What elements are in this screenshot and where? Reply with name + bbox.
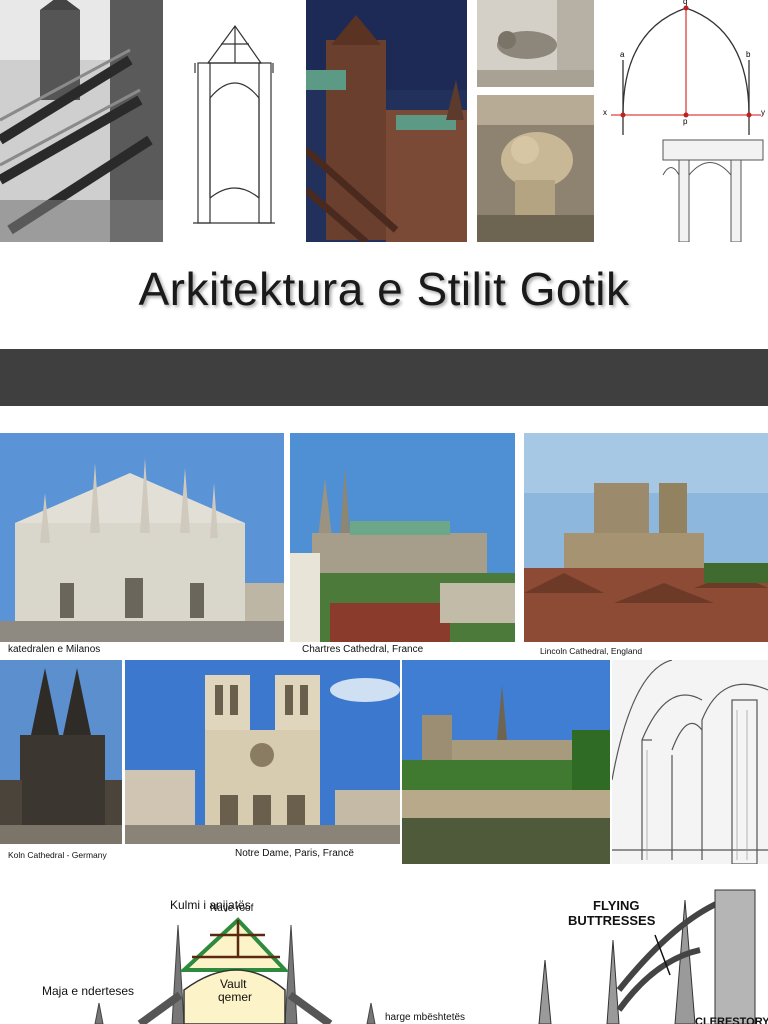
flying-buttresses-title-line2: BUTTRESSES — [568, 913, 656, 928]
cross-section-drawing — [183, 8, 283, 238]
photo-notre-dame-front — [125, 660, 400, 844]
caption-notre-dame: Notre Dame, Paris, Francë — [235, 848, 354, 859]
arch-label-p: p — [683, 117, 688, 126]
caption-chartres: Chartres Cathedral, France — [302, 644, 424, 655]
caption-koln: Koln Cathedral - Germany — [8, 850, 107, 860]
pointed-arch-diagram: q a b x y p — [601, 0, 768, 242]
photo-notre-dame-river — [402, 660, 610, 864]
flying-buttress-diagram: FLYING BUTTRESSES CLERESTORY — [525, 880, 768, 1024]
label-qemer: qemer — [218, 990, 253, 1004]
caption-lincoln: Lincoln Cathedral, England — [540, 646, 643, 656]
photo-gothic-interior-sketch — [612, 660, 768, 864]
photo-gargoyle-1 — [477, 0, 594, 87]
label-maja-nderteses: Maja e nderteses — [42, 984, 135, 998]
label-vault: Vault — [220, 977, 247, 991]
photo-milan-cathedral — [0, 433, 284, 642]
arch-label-y: y — [761, 108, 765, 117]
page-title: Arkitektura e Stilit Gotik — [138, 263, 630, 315]
arch-label-b: b — [746, 50, 751, 59]
photo-koln-cathedral — [0, 660, 122, 844]
arch-label-a: a — [620, 50, 625, 59]
label-harge-mbeshtetes: harge mbështetës — [385, 1012, 466, 1023]
photo-lincoln-cathedral — [524, 433, 768, 642]
photo-flying-buttresses-bw — [0, 0, 163, 242]
photo-chartres-cathedral — [290, 433, 515, 642]
arch-label-x: x — [603, 108, 607, 117]
caption-milan: katedralen e Milanos — [8, 644, 101, 655]
clerestory-label: CLERESTORY — [695, 1016, 768, 1024]
flying-buttresses-title-line1: FLYING — [593, 898, 640, 913]
arch-label-q: q — [683, 0, 688, 6]
photo-gargoyle-2 — [477, 95, 594, 242]
label-nave-roof: Nave roof — [210, 903, 254, 914]
photo-cathedral-buttresses-sky — [306, 0, 467, 242]
cross-section-diagram — [80, 895, 400, 1024]
dark-band-divider — [0, 349, 768, 406]
